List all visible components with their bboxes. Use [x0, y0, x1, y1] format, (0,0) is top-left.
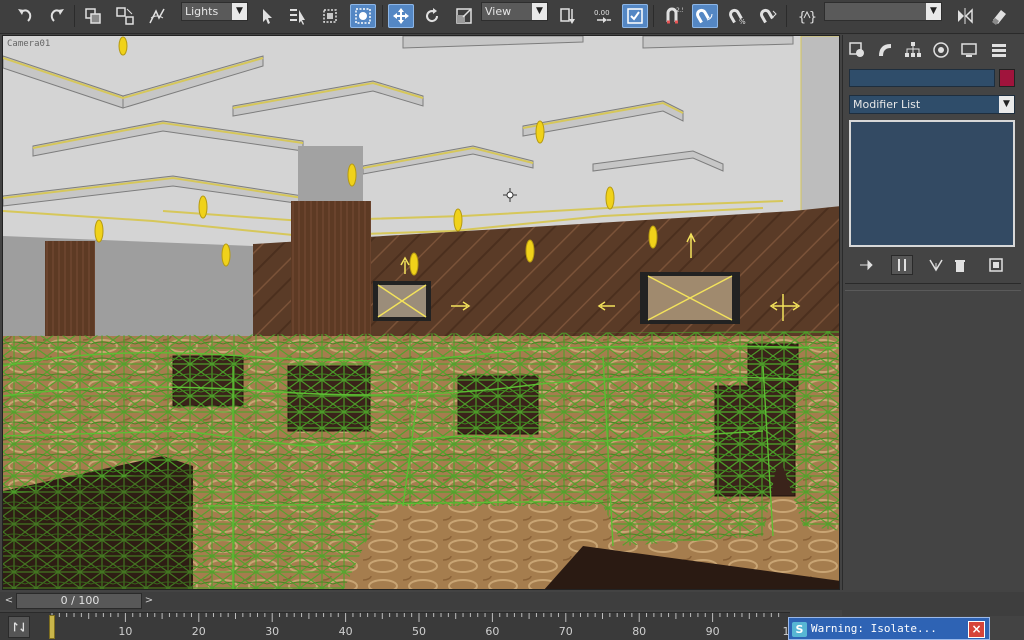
modify-tab-icon[interactable] [873, 39, 897, 61]
use-pivot-center-icon[interactable] [554, 4, 580, 28]
link-icon[interactable] [80, 4, 106, 28]
select-manipulate-icon[interactable]: 0.00 [590, 4, 616, 28]
configure-modifier-sets-icon[interactable] [985, 255, 1007, 275]
display-tab-icon[interactable] [957, 39, 981, 61]
camera-viewport[interactable]: Camera01 [2, 35, 840, 590]
redo-icon[interactable] [44, 4, 70, 28]
current-frame-marker[interactable] [49, 615, 55, 639]
tick-label: 10 [118, 625, 133, 638]
modifier-stack[interactable] [849, 120, 1015, 247]
track-bar[interactable]: 01020304050607080901 [0, 612, 790, 640]
status-area [842, 592, 1024, 616]
svg-text:2.5: 2.5 [676, 7, 683, 14]
tick-label: 40 [338, 625, 353, 638]
tick-label: 30 [265, 625, 280, 638]
main-toolbar: Lights ▼ View ▼ 0.00 2.5 % [0, 0, 1024, 34]
warning-notification[interactable]: S Warning: Isolate... × [788, 617, 990, 640]
tick-label: 50 [412, 625, 426, 638]
app-icon: S [792, 622, 807, 637]
svg-text:0.00: 0.00 [594, 9, 610, 17]
show-end-result-icon[interactable] [891, 255, 913, 275]
make-unique-icon[interactable] [925, 255, 947, 275]
object-color-swatch[interactable] [999, 69, 1015, 87]
svg-text:%: % [739, 18, 746, 26]
open-mini-curve-editor-icon[interactable] [8, 616, 30, 638]
rectangular-region-icon[interactable] [317, 4, 343, 28]
select-and-scale-icon[interactable] [451, 4, 477, 28]
snaps-toggle-icon[interactable]: 2.5 [660, 4, 686, 28]
tick-label: 70 [558, 625, 573, 638]
selection-filter-value: Lights [185, 5, 219, 18]
time-slider: < 0 / 100 > [0, 592, 842, 610]
tick-label: 60 [485, 625, 500, 638]
command-panel: Modifier List ▼ [842, 35, 1024, 590]
object-name-field[interactable] [849, 69, 995, 87]
warning-text: Warning: Isolate... [811, 622, 937, 635]
pin-stack-icon[interactable] [855, 255, 877, 275]
named-selection-dropdown[interactable]: ▼ [824, 2, 942, 21]
unlink-icon[interactable] [112, 4, 138, 28]
reference-coordinate-dropdown[interactable]: View ▼ [481, 2, 548, 21]
select-and-rotate-icon[interactable] [419, 4, 445, 28]
tick-label: 20 [191, 625, 206, 638]
tick-label: 80 [632, 625, 647, 638]
tick-label: 90 [705, 625, 720, 638]
chevron-down-icon: ▼ [232, 3, 247, 20]
chevron-down-icon: ▼ [999, 96, 1014, 113]
time-slider-prev-button[interactable]: < [2, 593, 16, 609]
window-crossing-icon[interactable] [350, 4, 376, 28]
selection-filter-dropdown[interactable]: Lights ▼ [181, 2, 248, 21]
select-by-name-icon[interactable] [285, 4, 311, 28]
panel-divider [845, 290, 1021, 291]
panel-divider [845, 283, 1021, 284]
select-object-icon[interactable] [254, 4, 280, 28]
modifier-list-label: Modifier List [853, 98, 921, 111]
spinner-snap-icon[interactable] [756, 4, 782, 28]
keyboard-shortcut-override-icon[interactable] [622, 4, 648, 28]
chevron-down-icon: ▼ [532, 3, 547, 20]
utilities-tab-icon[interactable] [987, 39, 1011, 61]
edit-named-selection-icon[interactable]: {} [794, 4, 820, 28]
angle-snap-icon[interactable] [692, 4, 718, 28]
mirror-icon[interactable] [952, 4, 978, 28]
select-and-move-icon[interactable] [388, 4, 414, 28]
frame-ruler[interactable]: 01020304050607080901 [44, 613, 790, 640]
remove-modifier-icon[interactable] [949, 255, 971, 275]
time-slider-label: 0 / 100 [60, 594, 100, 607]
undo-icon[interactable] [12, 4, 38, 28]
hierarchy-tab-icon[interactable] [901, 39, 925, 61]
close-icon[interactable]: × [968, 621, 985, 638]
reference-coordinate-value: View [485, 5, 512, 18]
create-tab-icon[interactable] [845, 39, 869, 61]
viewport-label[interactable]: Camera01 [7, 39, 50, 49]
modifier-list-dropdown[interactable]: Modifier List ▼ [849, 95, 1015, 114]
percent-snap-icon[interactable]: % [724, 4, 750, 28]
bind-spacewarp-icon[interactable] [144, 4, 170, 28]
chevron-down-icon: ▼ [926, 3, 941, 20]
time-slider-thumb[interactable]: 0 / 100 [16, 593, 142, 609]
scene-render [3, 36, 839, 589]
time-slider-next-button[interactable]: > [142, 593, 156, 609]
motion-tab-icon[interactable] [929, 39, 953, 61]
align-icon[interactable] [986, 4, 1012, 28]
